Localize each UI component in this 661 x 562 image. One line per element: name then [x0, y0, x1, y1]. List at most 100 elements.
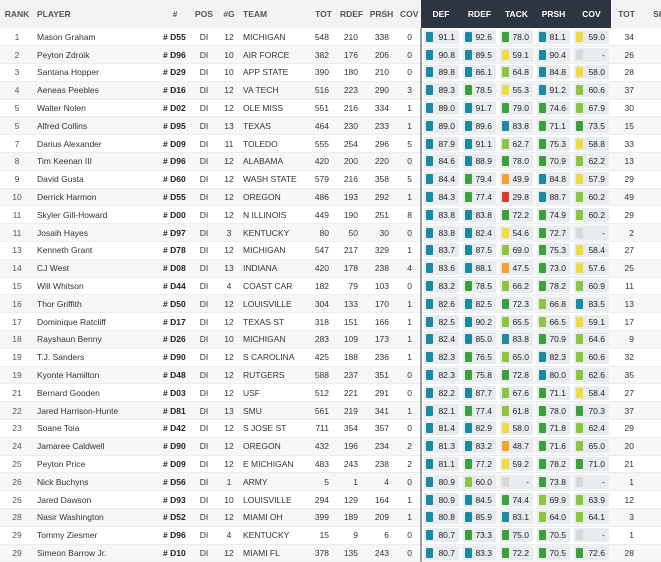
player-name-cell[interactable]: Peyton Zdroik — [34, 45, 160, 65]
team-cell[interactable]: AIR FORCE — [240, 45, 310, 65]
table-row[interactable]: 26 Nick Buchyns # D56 DI 1 ARMY 5 1 4 0 80.9 60.0-7… — [0, 472, 661, 492]
table-row[interactable]: 26 Jared Dawson # D93 DI 10 LOUISVILLE 294 129 1… — [0, 490, 661, 510]
table-row[interactable]: 29 Simeon Barrow Jr. # D10 DI 12 MIAMI FL 378 1… — [0, 544, 661, 562]
player-name-cell[interactable]: Rayshaun Benny — [34, 330, 160, 349]
col-header-number[interactable]: # — [160, 0, 190, 28]
team-cell[interactable]: MICHIGAN — [240, 241, 310, 260]
team-cell[interactable]: N ILLINOIS — [240, 205, 310, 225]
table-row[interactable]: 25 Peyton Price # D09 DI 12 E MICHIGAN 483 243 2… — [0, 455, 661, 474]
table-row[interactable]: 18 Rayshaun Benny # D26 DI 10 MICHIGAN 283 109 1… — [0, 330, 661, 349]
col-header-grade-prsh[interactable]: PRSH — [535, 0, 572, 28]
table-row[interactable]: 2 Peyton Zdroik # D96 DI 10 AIR FORCE 382 176 20… — [0, 45, 661, 65]
player-name-cell[interactable]: Kenneth Grant — [34, 241, 160, 260]
team-cell[interactable]: OLE MISS — [240, 99, 310, 118]
team-cell[interactable]: OREGON — [240, 188, 310, 207]
player-name-cell[interactable]: T.J. Sanders — [34, 348, 160, 367]
player-name-cell[interactable]: Nasir Washington — [34, 508, 160, 527]
team-cell[interactable]: LOUISVILLE — [240, 490, 310, 510]
player-name-cell[interactable]: Jared Harrison-Hunte — [34, 401, 160, 421]
team-cell[interactable]: TEXAS ST — [240, 312, 310, 332]
player-name-cell[interactable]: Thor Griffith — [34, 294, 160, 314]
table-row[interactable]: 1 Mason Graham # D55 DI 12 MICHIGAN 548 210 338 0… — [0, 28, 661, 47]
table-row[interactable]: 17 Dominique Ratcliff # D17 DI 12 TEXAS ST 318… — [0, 312, 661, 332]
team-cell[interactable]: TEXAS — [240, 116, 310, 136]
table-row[interactable]: 22 Jared Harrison-Hunte # D81 DI 13 SMU 561 219… — [0, 401, 661, 421]
team-cell[interactable]: MIAMI OH — [240, 508, 310, 527]
player-name-cell[interactable]: Mason Graham — [34, 28, 160, 47]
table-row[interactable]: 23 Soane Toia # D42 DI 12 S JOSE ST 711 354 357 0… — [0, 419, 661, 438]
col-header-tot2[interactable]: TOT — [611, 0, 642, 28]
player-name-cell[interactable]: Santana Hopper — [34, 63, 160, 82]
col-header-games[interactable]: #G — [218, 0, 240, 28]
team-cell[interactable]: APP STATE — [240, 63, 310, 82]
table-row[interactable]: 9 David Gusta # D60 DI 12 WASH STATE 579 216 358… — [0, 170, 661, 189]
player-name-cell[interactable]: CJ West — [34, 259, 160, 278]
table-row[interactable]: 4 Aeneas Peebles # D16 DI 12 VA TECH 516 223 290… — [0, 81, 661, 100]
table-row[interactable]: 11 Skyler Gill-Howard # D00 DI 12 N ILLINOIS 4… — [0, 205, 661, 225]
team-cell[interactable]: KENTUCKY — [240, 223, 310, 243]
player-name-cell[interactable]: Skyler Gill-Howard — [34, 205, 160, 225]
table-row[interactable]: 10 Derrick Harmon # D55 DI 12 OREGON 486 193 292… — [0, 188, 661, 207]
table-row[interactable]: 28 Nasir Washington # D52 DI 12 MIAMI OH 399 18… — [0, 508, 661, 527]
team-cell[interactable]: ARMY — [240, 472, 310, 492]
player-name-cell[interactable]: Tim Keenan III — [34, 152, 160, 171]
team-cell[interactable]: USF — [240, 383, 310, 403]
col-header-sk[interactable]: SK — [642, 0, 661, 28]
player-name-cell[interactable]: Walter Nolen — [34, 99, 160, 118]
player-name-cell[interactable]: Nick Buchyns — [34, 472, 160, 492]
team-cell[interactable]: VA TECH — [240, 81, 310, 100]
table-row[interactable]: 5 Alfred Collins # D95 DI 13 TEXAS 464 230 233 1 8… — [0, 116, 661, 136]
player-name-cell[interactable]: Jared Dawson — [34, 490, 160, 510]
player-name-cell[interactable]: Derrick Harmon — [34, 188, 160, 207]
col-header-grade-rdef[interactable]: RDEF — [461, 0, 498, 28]
player-name-cell[interactable]: Kyonte Hamilton — [34, 366, 160, 385]
team-cell[interactable]: INDIANA — [240, 259, 310, 278]
player-name-cell[interactable]: Peyton Price — [34, 455, 160, 474]
table-row[interactable]: 5 Walter Nolen # D02 DI 12 OLE MISS 551 216 334 1… — [0, 99, 661, 118]
player-name-cell[interactable]: Aeneas Peebles — [34, 81, 160, 100]
col-header-team[interactable]: TEAM — [240, 0, 310, 28]
team-cell[interactable]: E MICHIGAN — [240, 455, 310, 474]
player-name-cell[interactable]: Will Whitson — [34, 277, 160, 296]
player-name-cell[interactable]: Jamaree Caldwell — [34, 437, 160, 456]
table-row[interactable]: 14 CJ West # D08 DI 13 INDIANA 420 178 238 4 83.6 8… — [0, 259, 661, 278]
team-cell[interactable]: COAST CAR — [240, 277, 310, 296]
team-cell[interactable]: TOLEDO — [240, 134, 310, 154]
team-cell[interactable]: SMU — [240, 401, 310, 421]
table-row[interactable]: 7 Darius Alexander # D09 DI 11 TOLEDO 555 254 29… — [0, 134, 661, 154]
player-name-cell[interactable]: Simeon Barrow Jr. — [34, 544, 160, 562]
team-cell[interactable]: RUTGERS — [240, 366, 310, 385]
player-name-cell[interactable]: Darius Alexander — [34, 134, 160, 154]
col-header-rdef[interactable]: RDEF — [337, 0, 366, 28]
table-row[interactable]: 3 Santana Hopper # D29 DI 10 APP STATE 390 180 2… — [0, 63, 661, 82]
team-cell[interactable]: S JOSE ST — [240, 419, 310, 438]
col-header-rank[interactable]: RANK — [0, 0, 34, 28]
team-cell[interactable]: MIAMI FL — [240, 544, 310, 562]
player-name-cell[interactable]: David Gusta — [34, 170, 160, 189]
player-name-cell[interactable]: Tommy Ziesmer — [34, 526, 160, 545]
col-header-tot[interactable]: TOT — [310, 0, 337, 28]
team-cell[interactable]: MICHIGAN — [240, 330, 310, 349]
table-row[interactable]: 21 Bernard Gooden # D03 DI 12 USF 512 221 291 0 82… — [0, 383, 661, 403]
player-name-cell[interactable]: Bernard Gooden — [34, 383, 160, 403]
team-cell[interactable]: ALABAMA — [240, 152, 310, 171]
col-header-grade-tack[interactable]: TACK — [498, 0, 535, 28]
player-name-cell[interactable]: Josaih Hayes — [34, 223, 160, 243]
team-cell[interactable]: S CAROLINA — [240, 348, 310, 367]
table-row[interactable]: 24 Jamaree Caldwell # D90 DI 12 OREGON 432 196 2… — [0, 437, 661, 456]
table-row[interactable]: 15 Will Whitson # D44 DI 4 COAST CAR 182 79 103 0… — [0, 277, 661, 296]
team-cell[interactable]: LOUISVILLE — [240, 294, 310, 314]
team-cell[interactable]: WASH STATE — [240, 170, 310, 189]
table-row[interactable]: 19 Kyonte Hamilton # D48 DI 12 RUTGERS 588 237 3… — [0, 366, 661, 385]
table-row[interactable]: 13 Kenneth Grant # D78 DI 12 MICHIGAN 547 217 32… — [0, 241, 661, 260]
team-cell[interactable]: OREGON — [240, 437, 310, 456]
table-row[interactable]: 11 Josaih Hayes # D97 DI 3 KENTUCKY 80 50 30 0 83.… — [0, 223, 661, 243]
player-name-cell[interactable]: Dominique Ratcliff — [34, 312, 160, 332]
col-header-grade-def[interactable]: DEF — [421, 0, 461, 28]
table-row[interactable]: 19 T.J. Sanders # D90 DI 12 S CAROLINA 425 188 2… — [0, 348, 661, 367]
player-name-cell[interactable]: Soane Toia — [34, 419, 160, 438]
table-row[interactable]: 8 Tim Keenan III # D96 DI 12 ALABAMA 420 200 220… — [0, 152, 661, 171]
col-header-player[interactable]: PLAYER — [34, 0, 160, 28]
col-header-grade-cov[interactable]: COV — [572, 0, 611, 28]
table-row[interactable]: 29 Tommy Ziesmer # D96 DI 4 KENTUCKY 15 9 6 0 80.7… — [0, 526, 661, 545]
